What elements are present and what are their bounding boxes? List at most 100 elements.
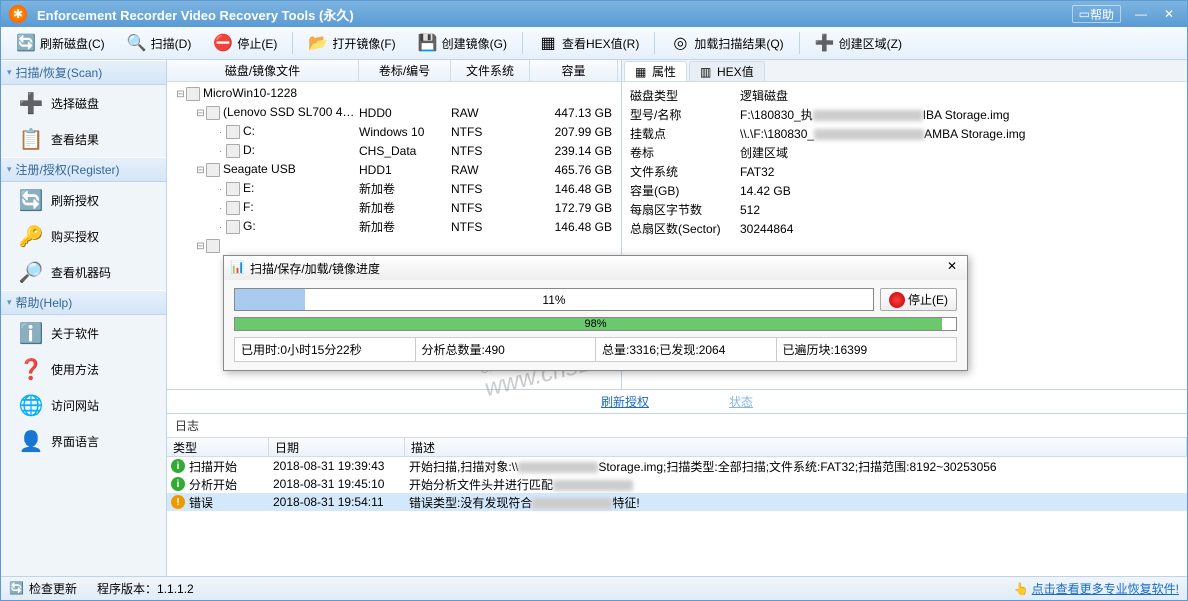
close-button[interactable]: ✕: [1155, 4, 1183, 24]
scan-button[interactable]: 🔍扫描(D): [117, 30, 202, 56]
disk-icon: [226, 220, 240, 234]
view-hex-label: 查看HEX值(R): [562, 35, 639, 52]
refresh-auth-label: 刷新授权: [51, 192, 99, 209]
log-col-type[interactable]: 类型: [167, 438, 269, 456]
sidebar-machine-code[interactable]: 🔎查看机器码: [1, 254, 166, 290]
usage-icon: ❓: [17, 357, 45, 381]
sidebar-select-disk[interactable]: ➕选择磁盘: [1, 85, 166, 121]
disk-row[interactable]: ⊟MicroWin10-1228: [167, 84, 621, 103]
sidebar-view-results[interactable]: 📋查看结果: [1, 121, 166, 157]
tab-hex[interactable]: ▥HEX值: [689, 61, 765, 81]
progress-bar-1: 11%: [234, 288, 874, 311]
dialog-close-button[interactable]: ✕: [943, 259, 961, 277]
stop-button[interactable]: ⛔停止(E): [203, 30, 287, 56]
stat-blocks: 已遍历块:16399: [777, 338, 957, 361]
create-image-icon: 💾: [418, 33, 438, 53]
dialog-icon: 📊: [230, 260, 246, 276]
prop-row: 每扇区字节数512: [630, 200, 1179, 219]
help-button[interactable]: ▭ 帮助: [1072, 5, 1121, 23]
dialog-stats: 已用时:0小时15分22秒 分析总数量:490 总量:3316;已发现:2064…: [234, 337, 957, 362]
disk-row[interactable]: ·G:新加卷NTFS146.48 GB: [167, 217, 621, 236]
main-toolbar: 🔄刷新磁盘(C)🔍扫描(D)⛔停止(E)📂打开镜像(F)💾创建镜像(G)▦查看H…: [1, 27, 1187, 60]
status-link[interactable]: 状态: [729, 393, 753, 410]
disk-icon: [206, 163, 220, 177]
select-disk-label: 选择磁盘: [51, 95, 99, 112]
prop-key: 型号/名称: [630, 106, 740, 123]
log-row[interactable]: i扫描开始2018-08-31 19:39:43开始扫描,扫描对象:\\Stor…: [167, 457, 1187, 475]
log-desc: 错误类型:没有发现符合特征!: [409, 494, 1187, 511]
dialog-stop-label: 停止(E): [908, 291, 948, 308]
hand-icon: 👆: [1014, 582, 1029, 596]
stop-label: 停止(E): [237, 35, 277, 52]
sidebar-language[interactable]: 👤界面语言: [1, 423, 166, 459]
group-scan-recover[interactable]: 扫描/恢复(Scan): [1, 60, 166, 85]
disk-row[interactable]: ⊟(Lenovo SSD SL700 480GHDD0RAW447.13 GB: [167, 103, 621, 122]
col-disk[interactable]: 磁盘/镜像文件: [167, 60, 359, 81]
disk-row[interactable]: ·D:CHS_DataNTFS239.14 GB: [167, 141, 621, 160]
log-col-date[interactable]: 日期: [269, 438, 405, 456]
disk-row[interactable]: ⊟: [167, 236, 621, 255]
disk-row[interactable]: ⊟Seagate USBHDD1RAW465.76 GB: [167, 160, 621, 179]
log-icon: i: [171, 459, 185, 473]
prop-value: 14.42 GB: [740, 184, 1179, 198]
open-image-button[interactable]: 📂打开镜像(F): [298, 30, 405, 56]
sidebar-usage[interactable]: ❓使用方法: [1, 351, 166, 387]
sidebar-buy-auth[interactable]: 🔑购买授权: [1, 218, 166, 254]
create-region-icon: ➕: [815, 33, 835, 53]
sidebar-refresh-auth[interactable]: 🔄 刷新授权: [1, 182, 166, 218]
website-label: 访问网站: [51, 397, 99, 414]
prop-value: \\.\F:\180830_AMBA Storage.img: [740, 127, 1179, 141]
create-image-label: 创建镜像(G): [442, 35, 507, 52]
prop-row: 型号/名称F:\180830_执IBA Storage.img: [630, 105, 1179, 124]
status-bar: 🔄检查更新 程序版本：1.1.1.2 👆点击查看更多专业恢复软件!: [1, 576, 1187, 600]
open-image-icon: 📂: [308, 33, 328, 53]
log-type: 扫描开始: [189, 458, 237, 475]
minimize-button[interactable]: —: [1127, 4, 1155, 24]
col-fs[interactable]: 文件系统: [451, 60, 530, 81]
view-hex-button[interactable]: ▦查看HEX值(R): [528, 30, 649, 56]
refresh-auth-icon: 🔄: [17, 188, 45, 212]
log-desc: 开始分析文件头并进行匹配: [409, 476, 1187, 493]
disk-row[interactable]: ·E:新加卷NTFS146.48 GB: [167, 179, 621, 198]
disk-row[interactable]: ·C:Windows 10NTFS207.99 GB: [167, 122, 621, 141]
dialog-titlebar[interactable]: 📊 扫描/保存/加载/镜像进度 ✕: [224, 256, 967, 280]
mid-links-bar: 刷新授权 状态: [167, 390, 1187, 414]
load-results-button[interactable]: ◎加载扫描结果(Q): [660, 30, 793, 56]
sidebar-about[interactable]: ℹ️关于软件: [1, 315, 166, 351]
about-icon: ℹ️: [17, 321, 45, 345]
prop-value: F:\180830_执IBA Storage.img: [740, 106, 1179, 123]
log-row[interactable]: !错误2018-08-31 19:54:11错误类型:没有发现符合特征!: [167, 493, 1187, 511]
create-region-button[interactable]: ➕创建区域(Z): [805, 30, 912, 56]
refresh-auth-link[interactable]: 刷新授权: [601, 393, 649, 410]
prop-key: 挂载点: [630, 125, 740, 142]
dialog-stop-button[interactable]: 停止(E): [880, 288, 957, 311]
tab-properties[interactable]: ▦属性: [624, 61, 687, 81]
prop-row: 卷标创建区域: [630, 143, 1179, 162]
create-image-button[interactable]: 💾创建镜像(G): [408, 30, 517, 56]
sidebar-website[interactable]: 🌐访问网站: [1, 387, 166, 423]
col-label[interactable]: 卷标/编号: [359, 60, 451, 81]
scan-icon: 🔍: [127, 33, 147, 53]
disk-icon: [186, 87, 200, 101]
properties-icon: ▦: [635, 65, 649, 79]
tab-properties-label: 属性: [652, 63, 676, 80]
view-results-icon: 📋: [17, 127, 45, 151]
prop-value: 512: [740, 203, 1179, 217]
refresh-disks-button[interactable]: 🔄刷新磁盘(C): [6, 30, 115, 56]
create-region-label: 创建区域(Z): [839, 35, 902, 52]
log-row[interactable]: i分析开始2018-08-31 19:45:10开始分析文件头并进行匹配: [167, 475, 1187, 493]
tab-hex-label: HEX值: [717, 63, 754, 80]
log-date: 2018-08-31 19:45:10: [273, 477, 409, 491]
disk-icon: [226, 144, 240, 158]
disk-row[interactable]: ·F:新加卷NTFS172.79 GB: [167, 198, 621, 217]
prop-key: 容量(GB): [630, 182, 740, 199]
col-size[interactable]: 容量: [530, 60, 618, 81]
more-software-link[interactable]: 点击查看更多专业恢复软件!: [1032, 580, 1179, 597]
log-col-desc[interactable]: 描述: [405, 438, 1187, 456]
group-help[interactable]: 帮助(Help): [1, 290, 166, 315]
disk-table-header: 磁盘/镜像文件 卷标/编号 文件系统 容量: [167, 60, 621, 82]
prop-value: FAT32: [740, 165, 1179, 179]
check-update[interactable]: 🔄检查更新: [9, 580, 77, 597]
group-register[interactable]: 注册/授权(Register): [1, 157, 166, 182]
window-title: Enforcement Recorder Video Recovery Tool…: [37, 5, 354, 24]
